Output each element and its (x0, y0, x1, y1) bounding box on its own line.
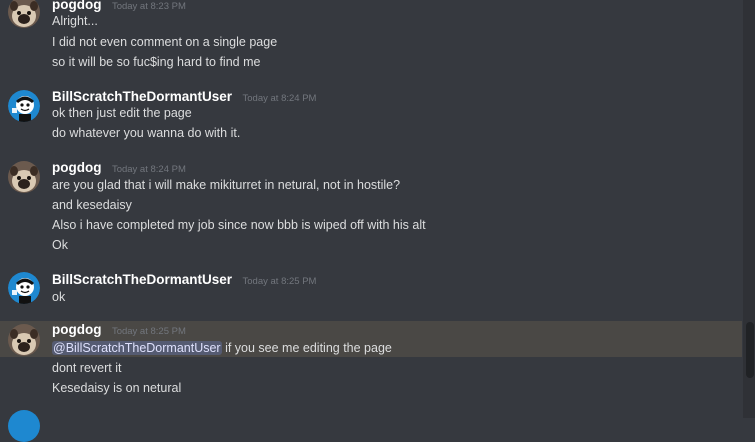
message-text: Alright... (52, 14, 98, 28)
message-text: so it will be so fuc$ing hard to find me (52, 55, 261, 69)
scrollbar-thumb[interactable] (746, 322, 754, 378)
message-text: Also i have completed my job since now b… (52, 218, 426, 232)
message-header: pogdog Today at 8:25 PM (52, 322, 186, 340)
username[interactable]: BillScratchTheDormantUser (52, 272, 232, 287)
bill-avatar[interactable] (8, 90, 40, 122)
message-text: Kesedaisy is on netural (52, 381, 182, 395)
message-text: ok then just edit the page (52, 106, 192, 120)
message-group: BillScratchTheDormantUser Today at 8:25 … (0, 268, 742, 310)
message-text: and kesedaisy (52, 198, 132, 212)
timestamp: Today at 8:25 PM (111, 326, 186, 337)
message-text: @BillScratchTheDormantUser if you see me… (52, 340, 392, 356)
cartoon-character-avatar-icon (8, 272, 40, 304)
cartoon-character-avatar-icon (8, 90, 40, 122)
pug-avatar-icon (8, 161, 40, 193)
message-text: are you glad that i will make mikiturret… (52, 178, 401, 192)
pogdog-avatar[interactable] (8, 161, 40, 193)
timestamp: Today at 8:24 PM (111, 164, 186, 175)
username[interactable]: BillScratchTheDormantUser (52, 89, 232, 104)
username[interactable]: pogdog (52, 322, 101, 337)
message-group: pogdog Today at 8:25 PM @BillScratchTheD… (0, 321, 742, 401)
scrollbar-track[interactable] (743, 0, 755, 418)
pug-avatar-icon (8, 0, 40, 28)
message-group: pogdog Today at 8:24 PM are you glad tha… (0, 156, 742, 258)
pogdog-avatar[interactable] (8, 0, 40, 28)
message-header: pogdog Today at 8:24 PM (52, 160, 186, 178)
timestamp: Today at 8:24 PM (242, 93, 317, 104)
message-text: I did not even comment on a single page (52, 35, 278, 49)
username[interactable]: pogdog (52, 0, 101, 12)
message-header: BillScratchTheDormantUser Today at 8:25 … (52, 272, 316, 290)
timestamp: Today at 8:23 PM (111, 1, 186, 12)
message-text: dont revert it (52, 361, 122, 375)
message-text: do whatever you wanna do with it. (52, 126, 241, 140)
next-avatar-partial (8, 410, 40, 442)
message-text-part: if you see me editing the page (221, 341, 392, 355)
pug-avatar-icon (8, 324, 40, 356)
chat-messages: pogdog Today at 8:23 PM Alright... I did… (0, 0, 742, 442)
message-text: Ok (52, 238, 68, 252)
message-group: pogdog Today at 8:23 PM Alright... I did… (0, 0, 742, 75)
bill-avatar[interactable] (8, 272, 40, 304)
user-mention[interactable]: @BillScratchTheDormantUser (52, 341, 222, 355)
timestamp: Today at 8:25 PM (242, 276, 317, 287)
username[interactable]: pogdog (52, 160, 101, 175)
message-text: ok (52, 290, 66, 304)
pogdog-avatar[interactable] (8, 324, 40, 356)
message-group: BillScratchTheDormantUser Today at 8:24 … (0, 85, 742, 145)
